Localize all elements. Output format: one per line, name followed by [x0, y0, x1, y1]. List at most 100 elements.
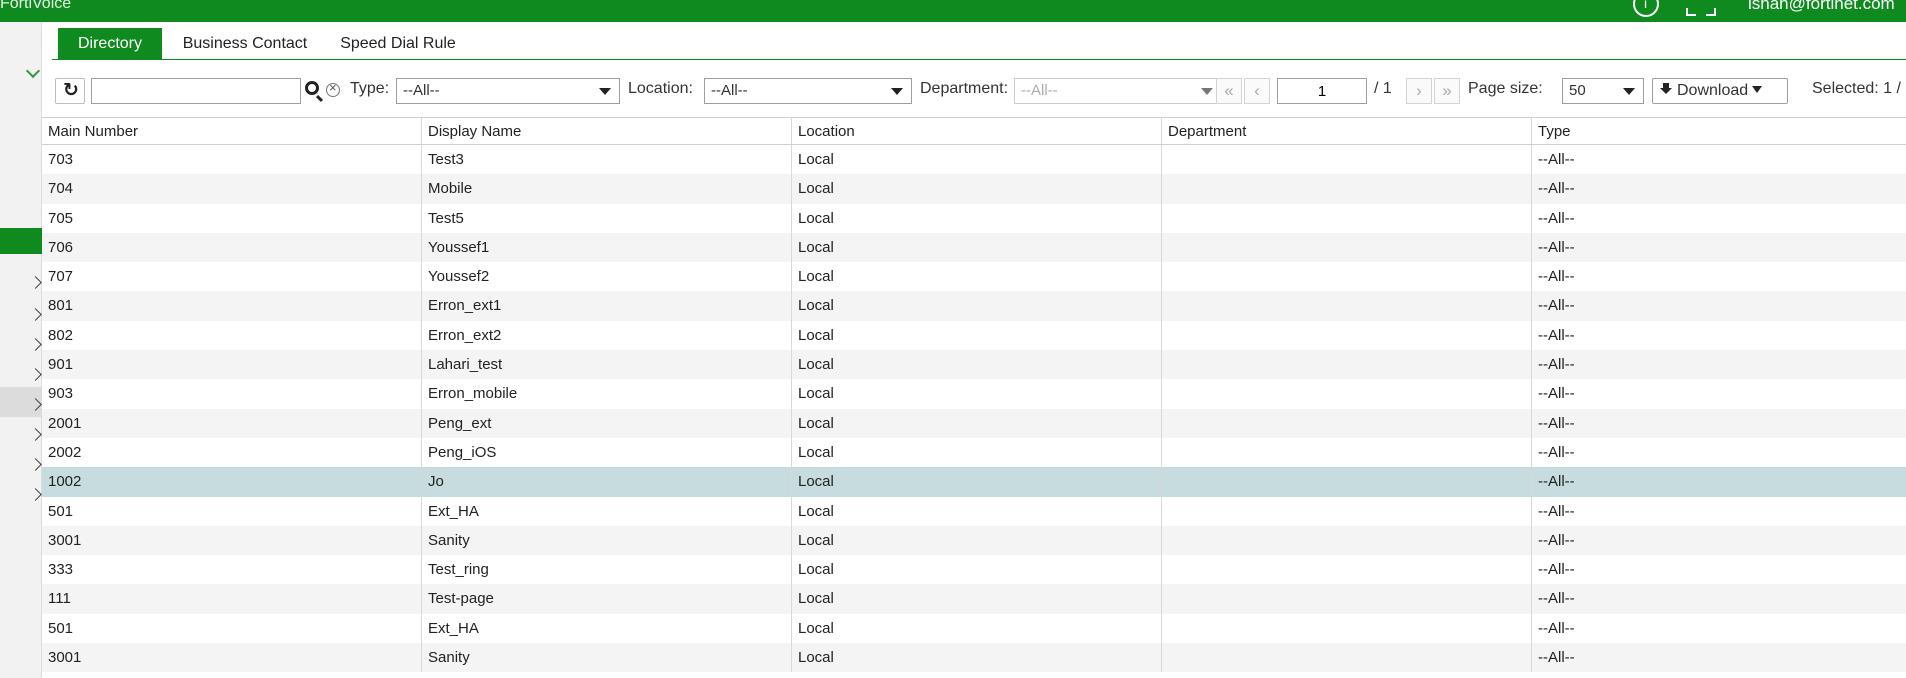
table-row[interactable]: 704 Mobile Local --All-- [42, 174, 1906, 204]
cell-type: --All-- [1538, 502, 1575, 520]
cell-location: Local [792, 291, 1162, 321]
cell-display-name: Erron_ext2 [422, 320, 792, 351]
tab-bar: Directory Business Contact Speed Dial Ru… [52, 28, 1906, 60]
cell-main-number: 501 [42, 496, 422, 526]
first-page-button[interactable]: « [1216, 78, 1242, 104]
fullscreen-icon[interactable] [1686, 2, 1716, 18]
cell-department [1162, 437, 1532, 468]
cell-location: Local [792, 525, 1162, 556]
cell-department [1162, 291, 1532, 321]
download-button[interactable]: Download [1652, 78, 1788, 104]
cell-type: --All-- [1538, 385, 1575, 403]
chevron-right-icon[interactable] [29, 338, 42, 351]
chevron-right-icon[interactable] [29, 458, 42, 471]
table-row[interactable]: 706 Youssef1 Local --All-- [42, 232, 1906, 263]
last-page-button[interactable]: » [1434, 78, 1460, 104]
department-select[interactable]: --All-- [1014, 78, 1222, 104]
cell-main-number: 901 [42, 350, 422, 380]
table-row[interactable]: 903 Erron_mobile Local --All-- [42, 379, 1906, 409]
table-row[interactable]: 333 Test_ring Local --All-- [42, 555, 1906, 585]
cell-display-name: Mobile [422, 174, 792, 204]
search-input[interactable] [91, 78, 301, 104]
directory-table: Main Number Display Name Location Depart… [42, 117, 1906, 673]
page-number-input[interactable] [1277, 78, 1367, 104]
cell-type: --All-- [1538, 180, 1575, 198]
download-label: Download [1677, 82, 1749, 99]
chevron-right-icon[interactable] [29, 368, 42, 381]
cell-department [1162, 555, 1532, 585]
tab-directory[interactable]: Directory [58, 28, 162, 60]
column-header-display-name[interactable]: Display Name [422, 118, 792, 144]
cell-location: Local [792, 232, 1162, 263]
user-menu[interactable]: ishah@fortinet.com [1748, 0, 1895, 14]
cell-location: Local [792, 496, 1162, 526]
type-select[interactable]: --All-- [396, 78, 620, 104]
table-row[interactable]: 705 Test5 Local --All-- [42, 203, 1906, 233]
cell-type: --All-- [1538, 268, 1575, 286]
prev-page-button[interactable]: ‹ [1244, 78, 1270, 104]
cell-display-name: Test3 [422, 145, 792, 175]
page-size-select[interactable]: 50 [1562, 78, 1644, 104]
table-row[interactable]: 801 Erron_ext1 Local --All-- [42, 291, 1906, 321]
cell-type: --All-- [1538, 297, 1575, 315]
cell-type: --All-- [1538, 619, 1575, 637]
column-header-main-number[interactable]: Main Number [42, 118, 422, 144]
cell-location: Local [792, 145, 1162, 175]
cell-main-number: 703 [42, 145, 422, 175]
tab-business-contact[interactable]: Business Contact [170, 28, 320, 60]
column-header-location[interactable]: Location [792, 118, 1162, 144]
cell-type: --All-- [1538, 561, 1575, 579]
table-row[interactable]: 501 Ext_HA Local --All-- [42, 613, 1906, 644]
table-row[interactable]: 2001 Peng_ext Local --All-- [42, 408, 1906, 438]
table-header: Main Number Display Name Location Depart… [42, 117, 1906, 145]
page-total: / 1 [1374, 80, 1392, 97]
cell-display-name: Test_ring [422, 555, 792, 585]
sidebar-item-active[interactable] [0, 228, 42, 254]
cell-display-name: Youssef2 [422, 262, 792, 292]
chevron-right-icon[interactable] [29, 308, 42, 321]
clear-search-icon[interactable] [326, 80, 340, 97]
table-row[interactable]: 3001 Sanity Local --All-- [42, 643, 1906, 673]
search-icon[interactable] [305, 81, 319, 95]
tab-speed-dial-rule[interactable]: Speed Dial Rule [328, 28, 468, 60]
table-row[interactable]: 1002 Jo Local --All-- [42, 467, 1906, 497]
table-row[interactable]: 802 Erron_ext2 Local --All-- [42, 320, 1906, 351]
cell-department [1162, 408, 1532, 438]
table-row[interactable]: 3001 Sanity Local --All-- [42, 525, 1906, 556]
cell-display-name: Ext_HA [422, 496, 792, 526]
cell-main-number: 3001 [42, 643, 422, 673]
top-bar: FortiVoice ishah@fortinet.com [0, 0, 1906, 22]
table-row[interactable]: 707 Youssef2 Local --All-- [42, 262, 1906, 292]
cell-type: --All-- [1538, 473, 1575, 491]
table-row[interactable]: 2002 Peng_iOS Local --All-- [42, 437, 1906, 468]
chevron-right-icon[interactable] [29, 276, 42, 289]
table-row[interactable]: 111 Test-page Local --All-- [42, 584, 1906, 614]
cell-display-name: Lahari_test [422, 350, 792, 380]
column-header-department[interactable]: Department [1162, 118, 1532, 144]
cell-display-name: Ext_HA [422, 613, 792, 644]
caret-down-icon [599, 88, 611, 95]
next-page-button[interactable]: › [1406, 78, 1432, 104]
cell-department [1162, 643, 1532, 673]
cell-location: Local [792, 437, 1162, 468]
refresh-button[interactable] [55, 78, 85, 104]
cell-department [1162, 262, 1532, 292]
info-icon[interactable] [1633, 0, 1659, 17]
cell-main-number: 111 [42, 584, 422, 614]
cell-type: --All-- [1538, 414, 1575, 432]
table-row[interactable]: 703 Test3 Local --All-- [42, 145, 1906, 175]
cell-display-name: Jo [422, 467, 792, 497]
location-select[interactable]: --All-- [704, 78, 912, 104]
column-header-type[interactable]: Type [1532, 118, 1906, 144]
chevron-right-icon[interactable] [29, 428, 42, 441]
table-row[interactable]: 501 Ext_HA Local --All-- [42, 496, 1906, 526]
table-row[interactable]: 901 Lahari_test Local --All-- [42, 350, 1906, 380]
chevron-right-icon[interactable] [29, 488, 42, 501]
cell-location: Local [792, 643, 1162, 673]
chevron-down-icon[interactable] [25, 63, 41, 79]
cell-main-number: 2002 [42, 437, 422, 468]
cell-department [1162, 232, 1532, 263]
cell-main-number: 3001 [42, 525, 422, 556]
cell-display-name: Peng_ext [422, 408, 792, 438]
department-select-value: --All-- [1021, 82, 1058, 99]
